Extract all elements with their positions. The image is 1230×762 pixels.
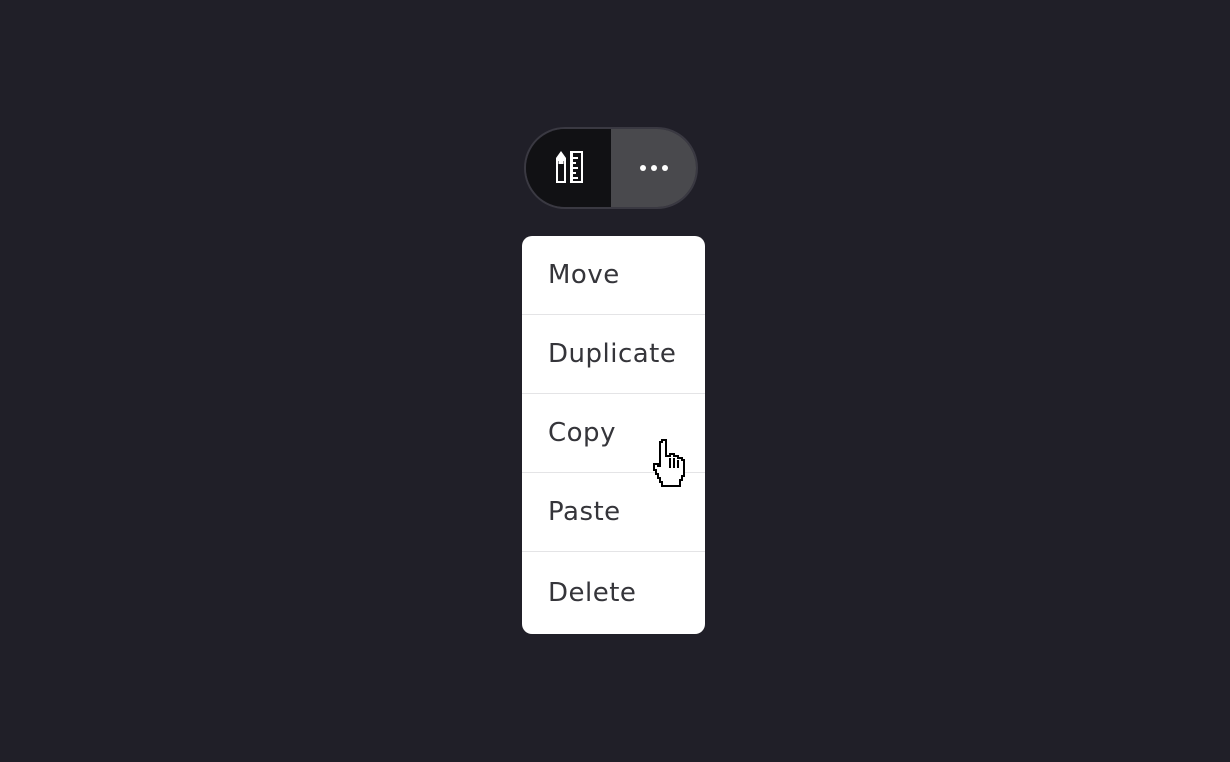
more-horizontal-icon — [639, 165, 668, 171]
pencil-ruler-icon — [555, 151, 583, 183]
menu-item-label: Move — [548, 260, 620, 290]
toolbar-pill — [526, 129, 696, 207]
edit-tools-button[interactable] — [526, 129, 611, 207]
hand-pointer-cursor-icon — [653, 439, 685, 487]
canvas: Move Duplicate Copy Paste Delete — [0, 0, 1230, 762]
menu-item-label: Copy — [548, 418, 616, 448]
menu-item-label: Paste — [548, 497, 621, 527]
menu-item-label: Duplicate — [548, 339, 677, 369]
menu-item-move[interactable]: Move — [522, 236, 705, 315]
context-menu: Move Duplicate Copy Paste Delete — [522, 236, 705, 634]
menu-item-delete[interactable]: Delete — [522, 552, 705, 634]
more-options-button[interactable] — [611, 129, 696, 207]
menu-item-duplicate[interactable]: Duplicate — [522, 315, 705, 394]
menu-item-label: Delete — [548, 578, 637, 608]
